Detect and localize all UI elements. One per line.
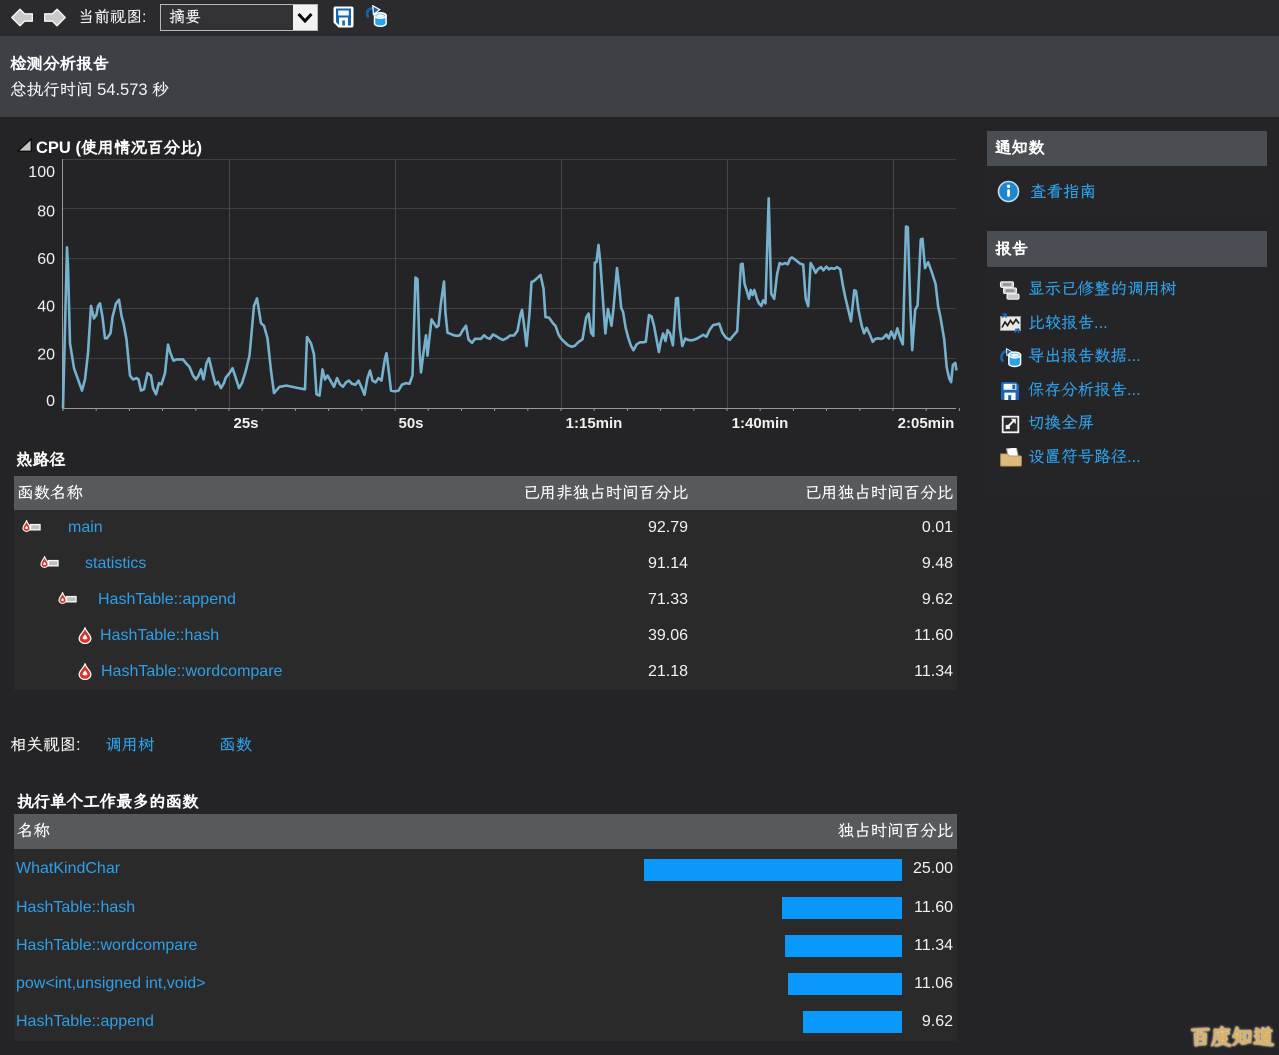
svg-text:100: 100 <box>28 164 55 181</box>
svg-text:25s: 25s <box>233 415 258 432</box>
svg-text:2:05min: 2:05min <box>898 415 955 432</box>
svg-text:1:40min: 1:40min <box>732 415 789 432</box>
svg-text:80: 80 <box>37 204 55 221</box>
svg-text:50s: 50s <box>398 415 423 432</box>
svg-text:60: 60 <box>37 251 55 268</box>
svg-text:0: 0 <box>46 393 55 410</box>
svg-text:1:15min: 1:15min <box>566 415 623 432</box>
svg-text:40: 40 <box>37 299 55 316</box>
svg-text:20: 20 <box>37 347 55 364</box>
